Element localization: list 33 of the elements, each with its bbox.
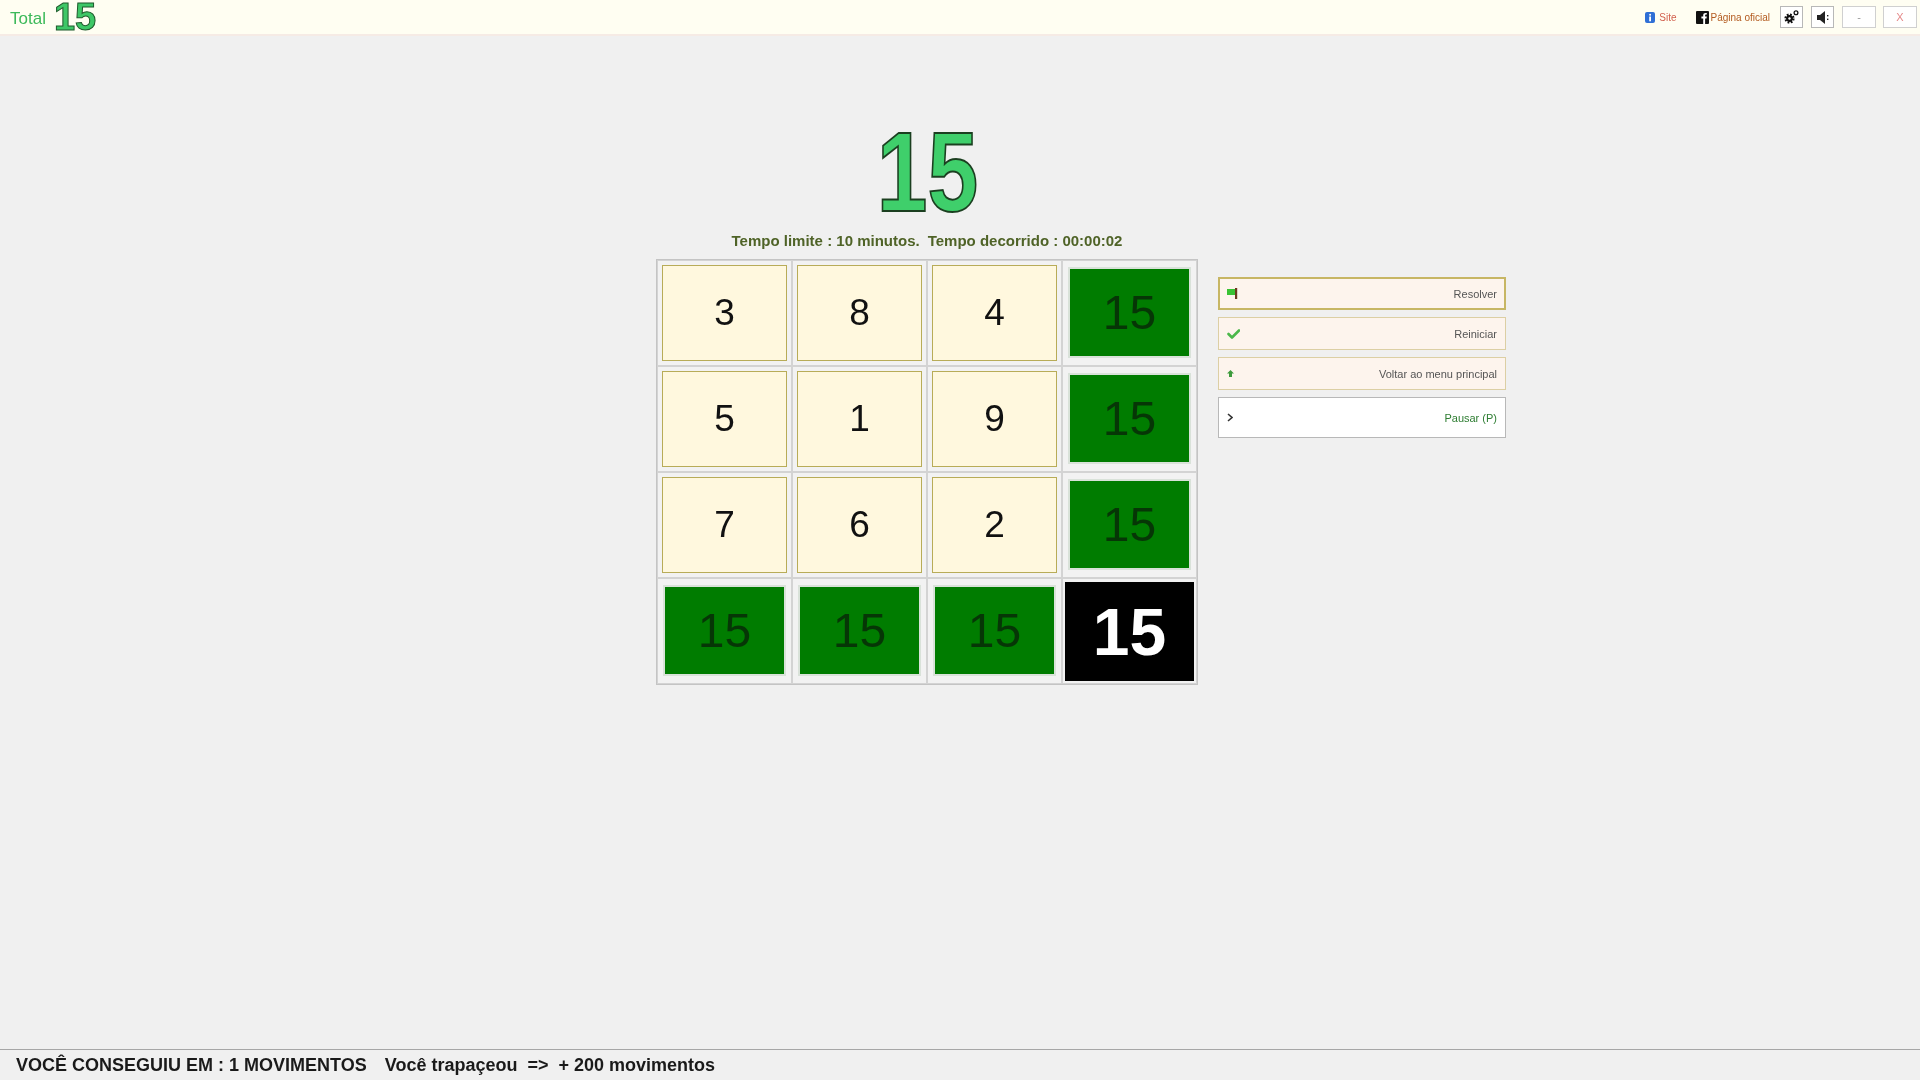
action-button[interactable]: Reiniciar — [1218, 317, 1506, 350]
number-tile[interactable]: 5 — [662, 371, 787, 467]
pause-button[interactable]: Pausar (P) — [1218, 397, 1506, 438]
settings-button[interactable] — [1780, 6, 1803, 28]
app-name: Total — [10, 8, 46, 29]
page-link[interactable]: Página oficial — [1695, 10, 1770, 24]
penalty-text: Você trapaçeou => + 200 movimentos — [384, 1054, 716, 1076]
chevron-icon — [1227, 413, 1233, 422]
action-button[interactable]: Resolver — [1218, 277, 1506, 310]
number-tile[interactable]: 2 — [932, 477, 1057, 573]
info-icon — [1645, 11, 1656, 23]
number-tile[interactable]: 6 — [797, 477, 922, 573]
number-tile[interactable]: 1 — [797, 371, 922, 467]
f-logo-icon — [1695, 10, 1709, 24]
up-arrow-icon — [1227, 370, 1234, 377]
action-button[interactable]: Voltar ao menu principal — [1218, 357, 1506, 390]
check-icon — [1227, 328, 1240, 339]
number-tile[interactable]: 9 — [932, 371, 1057, 467]
number-tile[interactable]: 7 — [662, 477, 787, 573]
flag-icon — [1227, 288, 1238, 299]
site-link[interactable]: Site — [1645, 11, 1677, 23]
total-tile[interactable]: 15 — [1065, 582, 1194, 681]
game-logo: 15 — [876, 115, 978, 229]
number-tile[interactable]: 4 — [932, 265, 1057, 361]
sound-button[interactable] — [1811, 6, 1834, 28]
number-tile[interactable]: 8 — [797, 265, 922, 361]
moves-text: VOCÊ CONSEGUIU EM : 1 MOVIMENTOS — [16, 1054, 367, 1076]
elapsed-time-text: Tempo decorrido : 00:00:02 — [927, 231, 1123, 250]
settings-icon — [1784, 10, 1799, 24]
number-tile[interactable]: 3 — [662, 265, 787, 361]
app-logo: 15 — [53, 0, 97, 34]
time-limit-text: Tempo limite : 10 minutos. — [731, 231, 920, 250]
speaker-icon — [1816, 10, 1829, 24]
